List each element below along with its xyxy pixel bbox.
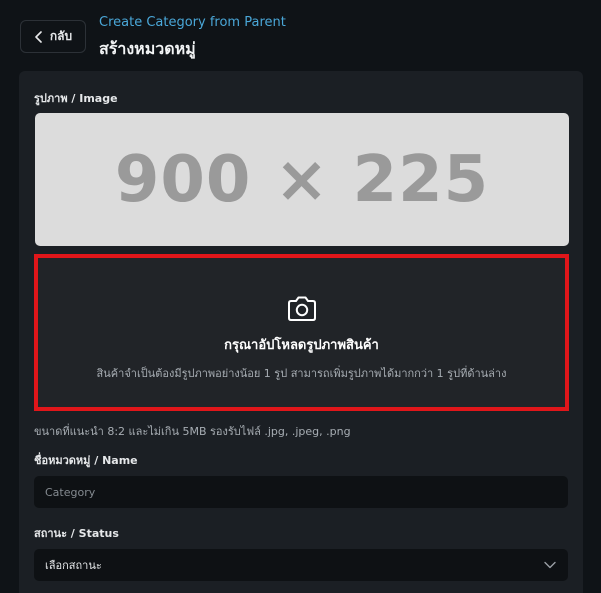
camera-icon [287,296,316,321]
image-preview: 900 × 225 [35,113,569,246]
status-select-value: เลือกสถานะ [45,559,102,572]
category-name-placeholder: Category [45,485,96,499]
back-button[interactable]: กลับ [20,20,86,53]
category-name-input[interactable]: Category [34,476,568,508]
back-button-label: กลับ [49,29,73,43]
chevron-left-icon [35,30,42,43]
page-title: สร้างหมวดหมู่ [99,39,196,58]
upload-description: สินค้าจำเป็นต้องมีรูปภาพอย่างน้อย 1 รูป … [96,367,507,380]
image-upload-dropzone[interactable]: กรุณาอัปโหลดรูปภาพสินค้า สินค้าจำเป็นต้อ… [34,254,569,411]
chevron-down-icon [544,561,556,569]
page-subtitle: Create Category from Parent [99,15,286,30]
image-placeholder-text: 900 × 225 [114,142,490,217]
status-select[interactable]: เลือกสถานะ [34,549,568,581]
name-label: ชื่อหมวดหมู่ / Name [34,454,138,467]
upload-title: กรุณาอัปโหลดรูปภาพสินค้า [224,338,379,353]
image-label: รูปภาพ / Image [34,92,118,105]
status-label: สถานะ / Status [34,527,119,540]
upload-hint: ขนาดที่แนะนำ 8:2 และไม่เกิน 5MB รองรับไฟ… [34,425,351,438]
